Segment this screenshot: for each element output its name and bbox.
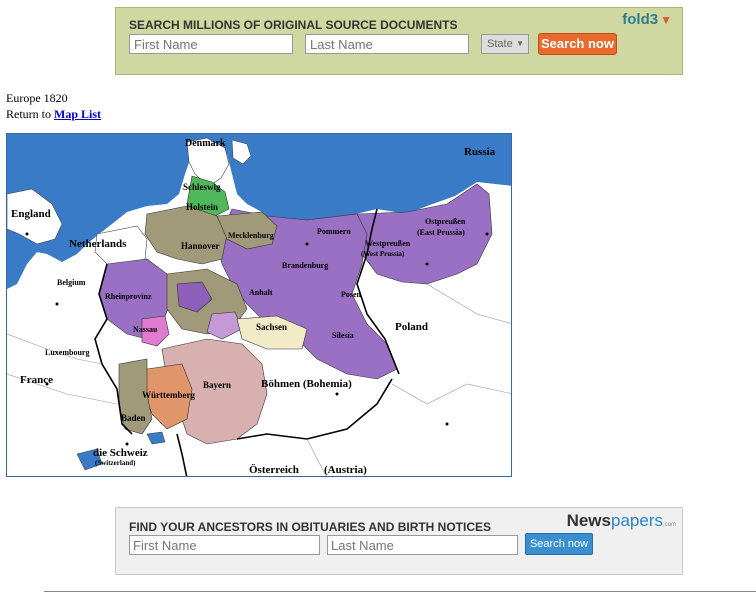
map-label-posen: Posen — [341, 290, 362, 299]
newspapers-search-banner: FIND YOUR ANCESTORS IN OBITUARIES AND BI… — [115, 507, 683, 575]
newspapers-first-name-input[interactable] — [129, 535, 320, 555]
map-label-baden: Baden — [121, 413, 146, 423]
last-name-input[interactable] — [305, 34, 469, 54]
chevron-down-icon: ▼ — [516, 39, 524, 48]
map-label-denmark: Denmark — [185, 138, 226, 149]
map-label-netherlands: Netherlands — [69, 238, 127, 250]
map-label-austria: (Austria) — [324, 464, 367, 476]
europe-1820-map[interactable]: Denmark Russia Schleswig Holstein Englan… — [6, 133, 512, 477]
map-image: Denmark Russia Schleswig Holstein Englan… — [7, 134, 511, 476]
map-label-france: France — [20, 374, 53, 386]
horizontal-rule — [44, 591, 756, 592]
newspapers-logo[interactable]: Newspapers.com — [567, 511, 676, 531]
return-line: Return to Map List — [6, 106, 101, 122]
map-label-sachsen: Sachsen — [256, 322, 287, 332]
map-label-anhalt: Anhalt — [249, 288, 273, 297]
map-label-hannover: Hannover — [181, 241, 220, 251]
first-name-input[interactable] — [129, 34, 293, 54]
state-select[interactable]: State ▼ — [481, 34, 529, 54]
page-title: Europe 1820 — [6, 91, 68, 105]
map-label-east-prussia: (East Prussia) — [417, 228, 465, 237]
fold3-search-banner: SEARCH MILLIONS OF ORIGINAL SOURCE DOCUM… — [115, 7, 683, 75]
map-list-link[interactable]: Map List — [54, 107, 101, 121]
newspapers-heading: FIND YOUR ANCESTORS IN OBITUARIES AND BI… — [129, 520, 492, 534]
return-prefix: Return to — [6, 107, 51, 121]
map-label-osterreich: Österreich — [249, 463, 299, 476]
fold3-logo[interactable]: fold3 ▼ — [622, 11, 672, 28]
map-label-west-prussia: (West Prussia) — [361, 250, 405, 258]
map-label-switzerland: (Switzerland) — [95, 459, 136, 467]
map-label-mecklenburg: Mecklenburg — [228, 231, 274, 240]
map-label-luxembourg: Luxembourg — [45, 348, 89, 357]
map-label-ostpreussen: Ostpreußen — [425, 217, 466, 226]
newspapers-logo-suffix: .com — [662, 522, 676, 528]
map-label-schleswig: Schleswig — [183, 182, 221, 192]
map-label-poland: Poland — [395, 321, 428, 333]
map-label-pommern: Pommern — [317, 227, 351, 236]
map-label-belgium: Belgium — [57, 278, 86, 287]
newspapers-logo-accent: papers — [611, 511, 663, 530]
page-header: Europe 1820 Return to Map List — [6, 90, 101, 122]
newspapers-search-button[interactable]: Search now — [525, 533, 593, 555]
map-label-rheinprovinz: Rheinprovinz — [105, 292, 152, 301]
fold3-search-button[interactable]: Search now — [538, 33, 617, 55]
map-label-schweiz: die Schweiz — [93, 447, 148, 459]
map-label-holstein: Holstein — [186, 202, 218, 212]
newspapers-logo-main: News — [566, 511, 611, 530]
map-label-nassau: Nassau — [133, 325, 158, 334]
map-label-bayern: Bayern — [203, 380, 231, 390]
map-label-england: England — [11, 208, 51, 220]
fold3-logo-text: fold3 — [622, 11, 659, 28]
fold3-chevrons-icon: ▼ — [660, 13, 672, 27]
fold3-heading: SEARCH MILLIONS OF ORIGINAL SOURCE DOCUM… — [129, 18, 458, 32]
map-label-brandenburg: Brandenburg — [282, 261, 328, 270]
map-label-westpreussen: Westpreußen — [365, 239, 411, 248]
map-label-bohmen: Böhmen (Bohemia) — [261, 378, 352, 390]
map-label-russia: Russia — [464, 146, 496, 158]
newspapers-last-name-input[interactable] — [327, 535, 518, 555]
state-select-label: State — [487, 38, 513, 50]
map-label-wurttemberg: Württemberg — [142, 390, 195, 400]
map-label-silesia: Silesia — [332, 331, 354, 340]
